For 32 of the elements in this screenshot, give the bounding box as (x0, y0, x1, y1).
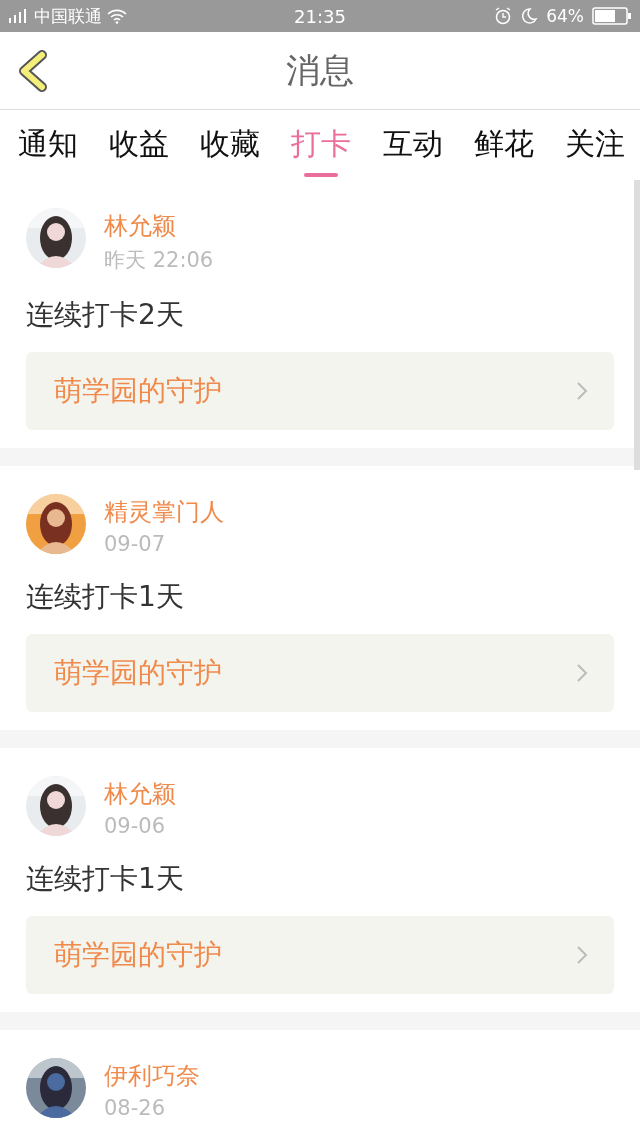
tab[interactable]: 收藏 (200, 110, 261, 180)
user-name[interactable]: 精灵掌门人 (104, 496, 224, 528)
group-link[interactable]: 萌学园的守护 (26, 916, 614, 994)
user-name[interactable]: 林允颖 (104, 778, 176, 810)
group-link[interactable]: 萌学园的守护 (26, 352, 614, 430)
post-time: 09-06 (104, 814, 167, 838)
user-name[interactable]: 伊利巧奈 (104, 1060, 200, 1092)
tab[interactable]: 收益 (109, 110, 170, 180)
tab[interactable]: 通知 (18, 110, 78, 180)
tab[interactable]: 互动 (382, 110, 443, 180)
alarm-icon (494, 7, 513, 25)
tab[interactable]: 打卡 (291, 110, 352, 180)
carrier-name: 中国联通 (34, 4, 102, 28)
checkin-message: 连续打卡1天 (26, 579, 185, 615)
post-time: 08-26 (104, 1096, 167, 1120)
page-title: 消息 (286, 48, 354, 92)
tab[interactable]: 关注 (564, 110, 625, 180)
battery-percent: 64% (546, 6, 584, 26)
clock-time: 21:35 (294, 5, 346, 27)
post-time: 09-07 (104, 532, 167, 556)
group-link[interactable]: 萌学园的守护 (26, 634, 614, 712)
chevron-right-icon (576, 945, 588, 965)
checkin-message: 连续打卡2天 (26, 297, 185, 333)
chevron-right-icon (576, 663, 588, 683)
chevron-right-icon (576, 381, 588, 401)
wifi-icon (106, 8, 128, 24)
post-time: 昨天 22:06 (104, 247, 214, 274)
user-name[interactable]: 林允颖 (104, 210, 214, 242)
moon-icon (520, 7, 539, 25)
battery-icon (592, 7, 632, 25)
tab[interactable]: 鲜花 (473, 110, 534, 180)
checkin-message: 连续打卡1天 (26, 861, 185, 897)
